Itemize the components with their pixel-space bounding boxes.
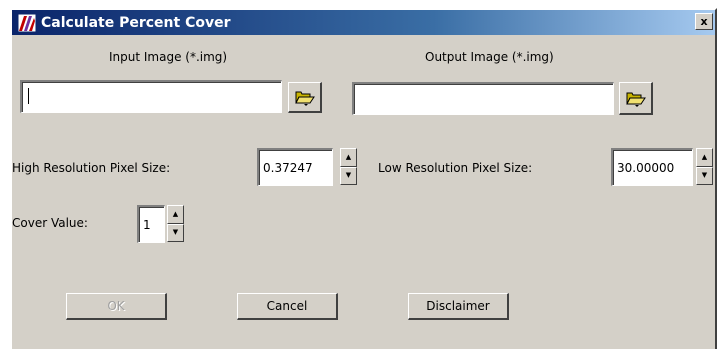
spin-down-icon[interactable]: ▼ [340,166,357,185]
ok-button[interactable]: OK [66,293,167,320]
dialog-window: Calculate Percent Cover x Input Image (*… [10,8,717,349]
low-res-value: 30.00000 [617,160,675,175]
cover-value: 1 [143,217,151,232]
output-image-label: Output Image (*.img) [425,50,554,64]
input-image-input[interactable] [22,82,281,112]
spin-down-icon[interactable]: ▼ [696,166,713,185]
cover-value-label: Cover Value: [12,216,88,230]
folder-open-icon [294,91,315,106]
high-res-spinner[interactable]: ▲ ▼ [340,148,357,185]
low-res-field[interactable]: 30.00000 [611,148,693,186]
spin-up-icon[interactable]: ▲ [696,148,713,167]
output-browse-button[interactable] [619,82,653,115]
spin-down-icon[interactable]: ▼ [167,223,184,242]
high-res-value: 0.37247 [263,160,313,175]
output-image-input[interactable] [354,84,613,114]
input-image-label: Input Image (*.img) [109,50,228,64]
disclaimer-button[interactable]: Disclaimer [408,293,509,320]
spin-up-icon[interactable]: ▲ [340,148,357,167]
input-image-field[interactable] [20,80,282,113]
input-browse-button[interactable] [288,82,322,113]
cover-value-spinner[interactable]: ▲ ▼ [167,205,184,242]
low-res-spinner[interactable]: ▲ ▼ [696,148,713,185]
spin-up-icon[interactable]: ▲ [167,205,184,224]
output-image-field[interactable] [352,82,614,115]
text-caret [28,88,29,104]
folder-open-icon [625,92,646,107]
window-title: Calculate Percent Cover [41,14,231,31]
low-res-label: Low Resolution Pixel Size: [378,161,533,175]
high-res-field[interactable]: 0.37247 [257,148,333,186]
close-button[interactable]: x [695,13,713,30]
cancel-button[interactable]: Cancel [237,293,338,320]
title-bar[interactable]: Calculate Percent Cover x [12,10,715,35]
cover-value-field[interactable]: 1 [137,205,165,243]
app-icon [18,13,36,32]
high-res-label: High Resolution Pixel Size: [12,161,171,175]
